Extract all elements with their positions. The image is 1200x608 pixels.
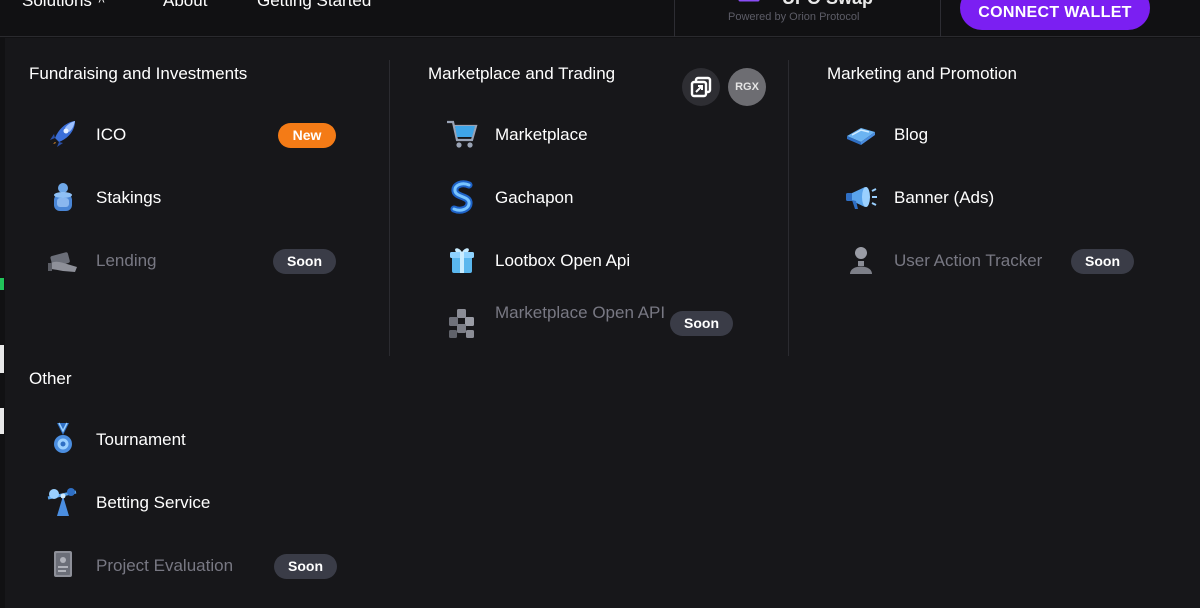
swap-subtitle: Powered by Orion Protocol [728,11,860,23]
menu-item-stakings[interactable]: Stakings [45,175,345,219]
section-title-other: Other [29,369,72,388]
menu-item-label: Tournament [96,430,186,449]
nav-solutions[interactable]: Solutions ˄ [22,0,105,11]
rocket-icon [50,121,75,147]
copy-button[interactable] [682,68,720,106]
megaphone-icon [846,187,877,209]
menu-item-label: Project Evaluation [96,556,234,575]
menu-item-tournament[interactable]: Tournament [45,417,345,461]
menu-item-label: ICO [96,125,127,144]
gachapon-icon [450,180,473,214]
menu-item-marketplace[interactable]: Marketplace [444,112,744,156]
menu-item-label: Marketplace [495,125,588,144]
menu-item-user-action-tracker[interactable]: User Action Tracker Soon [843,238,1163,282]
menu-item-label: Lending [96,251,157,270]
menu-item-label: Blog [894,125,929,144]
menu-item-betting-service[interactable]: Betting Service [45,480,345,524]
section-title-marketplace: Marketplace and Trading [428,64,616,83]
swap-arrow-icon [738,0,760,2]
menu-item-label: User Action Tracker [894,251,1043,270]
column-divider [389,60,390,356]
menu-item-label: Gachapon [495,188,574,207]
menu-item-blog[interactable]: Blog [843,112,1163,156]
shopping-cart-icon [447,120,478,148]
menu-item-label: Betting Service [96,493,211,512]
menu-item-label: Marketplace Open API [495,303,666,322]
page-edge-accent [0,278,4,290]
column-divider [788,60,789,356]
nav-divider [674,0,675,37]
document-icon [54,551,72,577]
cubes-icon [449,309,474,338]
scale-icon [47,488,77,516]
book-icon [847,128,875,145]
status-badge-soon: Soon [274,554,337,579]
swap-title: UPO Swap [782,0,873,9]
menu-item-lootbox-open-api[interactable]: Lootbox Open Api [444,238,744,282]
coin-stack-icon [54,183,72,211]
nav-about[interactable]: About [163,0,207,11]
menu-item-label: Stakings [96,188,162,207]
rgx-token-button[interactable]: RGX [728,68,766,106]
gift-box-icon [450,248,474,273]
solutions-dropdown: Fundraising and Investments ICO New Stak… [5,38,1200,608]
menu-item-gachapon[interactable]: Gachapon [444,175,744,219]
menu-item-label: Lootbox Open Api [495,251,631,270]
top-navigation: Solutions ˄ About Getting Started UPO Swa… [0,0,1200,37]
user-icon [850,247,872,274]
connect-wallet-button[interactable]: CONNECT WALLET [960,0,1150,30]
swap-link[interactable]: UPO Swap Powered by Orion Protocol [728,0,928,37]
menu-item-lending[interactable]: Lending Soon [45,238,345,282]
menu-item-project-evaluation[interactable]: Project Evaluation Soon [45,543,345,587]
copy-icon [690,76,712,98]
hand-money-icon [48,252,77,272]
status-badge-new: New [278,123,336,148]
page-edge-text [0,408,4,434]
menu-item-ico[interactable]: ICO New [45,112,345,156]
status-badge-soon: Soon [273,249,336,274]
chevron-up-icon: ˄ [97,0,105,7]
menu-item-marketplace-open-api[interactable]: Marketplace Open API Soon [444,301,744,345]
medal-icon [54,422,72,453]
menu-item-banner-ads[interactable]: Banner (Ads) [843,175,1163,219]
nav-getting-started[interactable]: Getting Started [257,0,371,11]
status-badge-soon: Soon [670,311,733,336]
status-badge-soon: Soon [1071,249,1134,274]
section-title-fundraising: Fundraising and Investments [29,64,248,83]
menu-item-label: Banner (Ads) [894,188,995,207]
section-title-marketing: Marketing and Promotion [827,64,1017,83]
nav-divider [940,0,941,37]
page-edge-text [0,345,4,373]
nav-solutions-label: Solutions [22,0,92,10]
